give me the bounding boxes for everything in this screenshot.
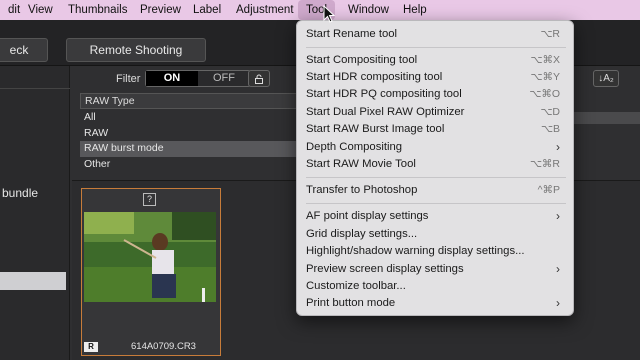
menu-item-shortcut: ⌥⌘Y [530, 71, 560, 83]
menu-item-label: AF point display settings [306, 210, 429, 222]
menu-item-start-raw-burst-image-tool[interactable]: Start RAW Burst Image tool ⌥B [306, 121, 564, 138]
menu-thumbnails[interactable]: Thumbnails [60, 0, 135, 20]
menu-window[interactable]: Window [340, 0, 397, 20]
menu-item-shortcut: ⌥⌘X [530, 54, 560, 66]
filter-on-option[interactable]: ON [146, 71, 198, 86]
filter-label: Filter [116, 73, 141, 85]
raw-type-header: RAW Type [80, 93, 300, 109]
tool-menu-dropdown: Start Rename tool ⌥R Start Compositing t… [296, 20, 574, 316]
lock-button[interactable] [248, 70, 270, 87]
menu-item-start-hdr-compositing-tool[interactable]: Start HDR compositing tool ⌥⌘Y [306, 69, 564, 86]
menu-item-af-point-display-settings[interactable]: AF point display settings › [306, 208, 564, 225]
lock-icon [255, 74, 263, 84]
raw-type-list: All RAW RAW burst mode Other [80, 110, 300, 172]
raw-badge: R [84, 342, 98, 352]
menu-item-customize-toolbar[interactable]: Customize toolbar... [306, 278, 564, 295]
menu-item-highlight-shadow-warning[interactable]: Highlight/shadow warning display setting… [306, 243, 564, 260]
menu-item-label: Start Rename tool [306, 28, 398, 40]
menu-item-shortcut: ⌥⌘R [529, 158, 560, 170]
unknown-icon: ? [143, 193, 156, 206]
menu-item-label: Depth Compositing [306, 141, 403, 153]
menu-item-label: Grid display settings... [306, 228, 418, 240]
menu-item-start-dual-pixel-raw-optimizer[interactable]: Start Dual Pixel RAW Optimizer ⌥D [306, 104, 564, 121]
thumbnail-photo[interactable] [84, 212, 216, 302]
menu-item-label: Highlight/shadow warning display setting… [306, 245, 525, 257]
menu-bar: dit View Thumbnails Preview Label Adjust… [0, 0, 640, 20]
menu-item-label: Preview screen display settings [306, 263, 464, 275]
raw-type-other[interactable]: Other [80, 157, 300, 173]
menu-item-grid-display-settings[interactable]: Grid display settings... [306, 226, 564, 243]
menu-item-label: Start HDR compositing tool [306, 71, 443, 83]
menu-item-shortcut: ⌥D [540, 106, 560, 118]
raw-type-burst[interactable]: RAW burst mode [80, 141, 300, 157]
menu-item-shortcut: ⌥B [540, 123, 560, 135]
menu-view[interactable]: View [20, 0, 61, 20]
bundle-label: bundle [2, 186, 39, 200]
menu-item-preview-screen-display-settings[interactable]: Preview screen display settings › [306, 261, 564, 278]
sort-button[interactable]: ↓A₂ [593, 70, 619, 87]
menu-item-label: Start Compositing tool [306, 54, 418, 66]
chevron-right-icon: › [556, 262, 560, 276]
menu-item-label: Start RAW Movie Tool [306, 158, 416, 170]
menu-separator [306, 177, 566, 178]
menu-item-print-button-mode[interactable]: Print button mode › [306, 295, 564, 312]
menu-item-start-rename-tool[interactable]: Start Rename tool ⌥R [306, 26, 564, 43]
menu-preview[interactable]: Preview [132, 0, 189, 20]
raw-type-all[interactable]: All [80, 110, 300, 126]
menu-help[interactable]: Help [395, 0, 435, 20]
sidebar-selected-item[interactable] [0, 272, 66, 290]
chevron-right-icon: › [556, 209, 560, 223]
thumbnail-filename: 614A0709.CR3 [131, 341, 196, 352]
menu-item-transfer-to-photoshop[interactable]: Transfer to Photoshop ^⌘P [306, 182, 564, 199]
panel-divider [0, 88, 70, 89]
chevron-right-icon: › [556, 296, 560, 310]
menu-separator [306, 47, 566, 48]
menu-item-shortcut: ⌥⌘O [529, 88, 560, 100]
menu-item-shortcut: ⌥R [540, 28, 560, 40]
menu-item-label: Start Dual Pixel RAW Optimizer [306, 106, 465, 118]
filter-off-option[interactable]: OFF [198, 71, 250, 86]
menu-item-start-compositing-tool[interactable]: Start Compositing tool ⌥⌘X [306, 52, 564, 69]
filter-toggle[interactable]: ON OFF [145, 70, 251, 87]
raw-type-raw[interactable]: RAW [80, 126, 300, 142]
remote-shooting-button[interactable]: Remote Shooting [66, 38, 206, 62]
menu-item-start-hdr-pq-compositing-tool[interactable]: Start HDR PQ compositing tool ⌥⌘O [306, 86, 564, 103]
menu-item-label: Transfer to Photoshop [306, 184, 418, 196]
menu-item-depth-compositing[interactable]: Depth Compositing › [306, 139, 564, 156]
menu-item-label: Customize toolbar... [306, 280, 406, 292]
menu-label[interactable]: Label [185, 0, 229, 20]
menu-item-label: Print button mode [306, 297, 396, 309]
menu-item-shortcut: ^⌘P [537, 184, 560, 196]
menu-separator [306, 203, 566, 204]
left-panel [0, 66, 70, 360]
menu-item-label: Start HDR PQ compositing tool [306, 88, 462, 100]
chevron-right-icon: › [556, 140, 560, 154]
mouse-cursor-icon [323, 5, 336, 23]
menu-item-start-raw-movie-tool[interactable]: Start RAW Movie Tool ⌥⌘R [306, 156, 564, 173]
menu-item-label: Start RAW Burst Image tool [306, 123, 445, 135]
check-button[interactable]: eck [0, 38, 48, 62]
menu-adjustment[interactable]: Adjustment [228, 0, 302, 20]
